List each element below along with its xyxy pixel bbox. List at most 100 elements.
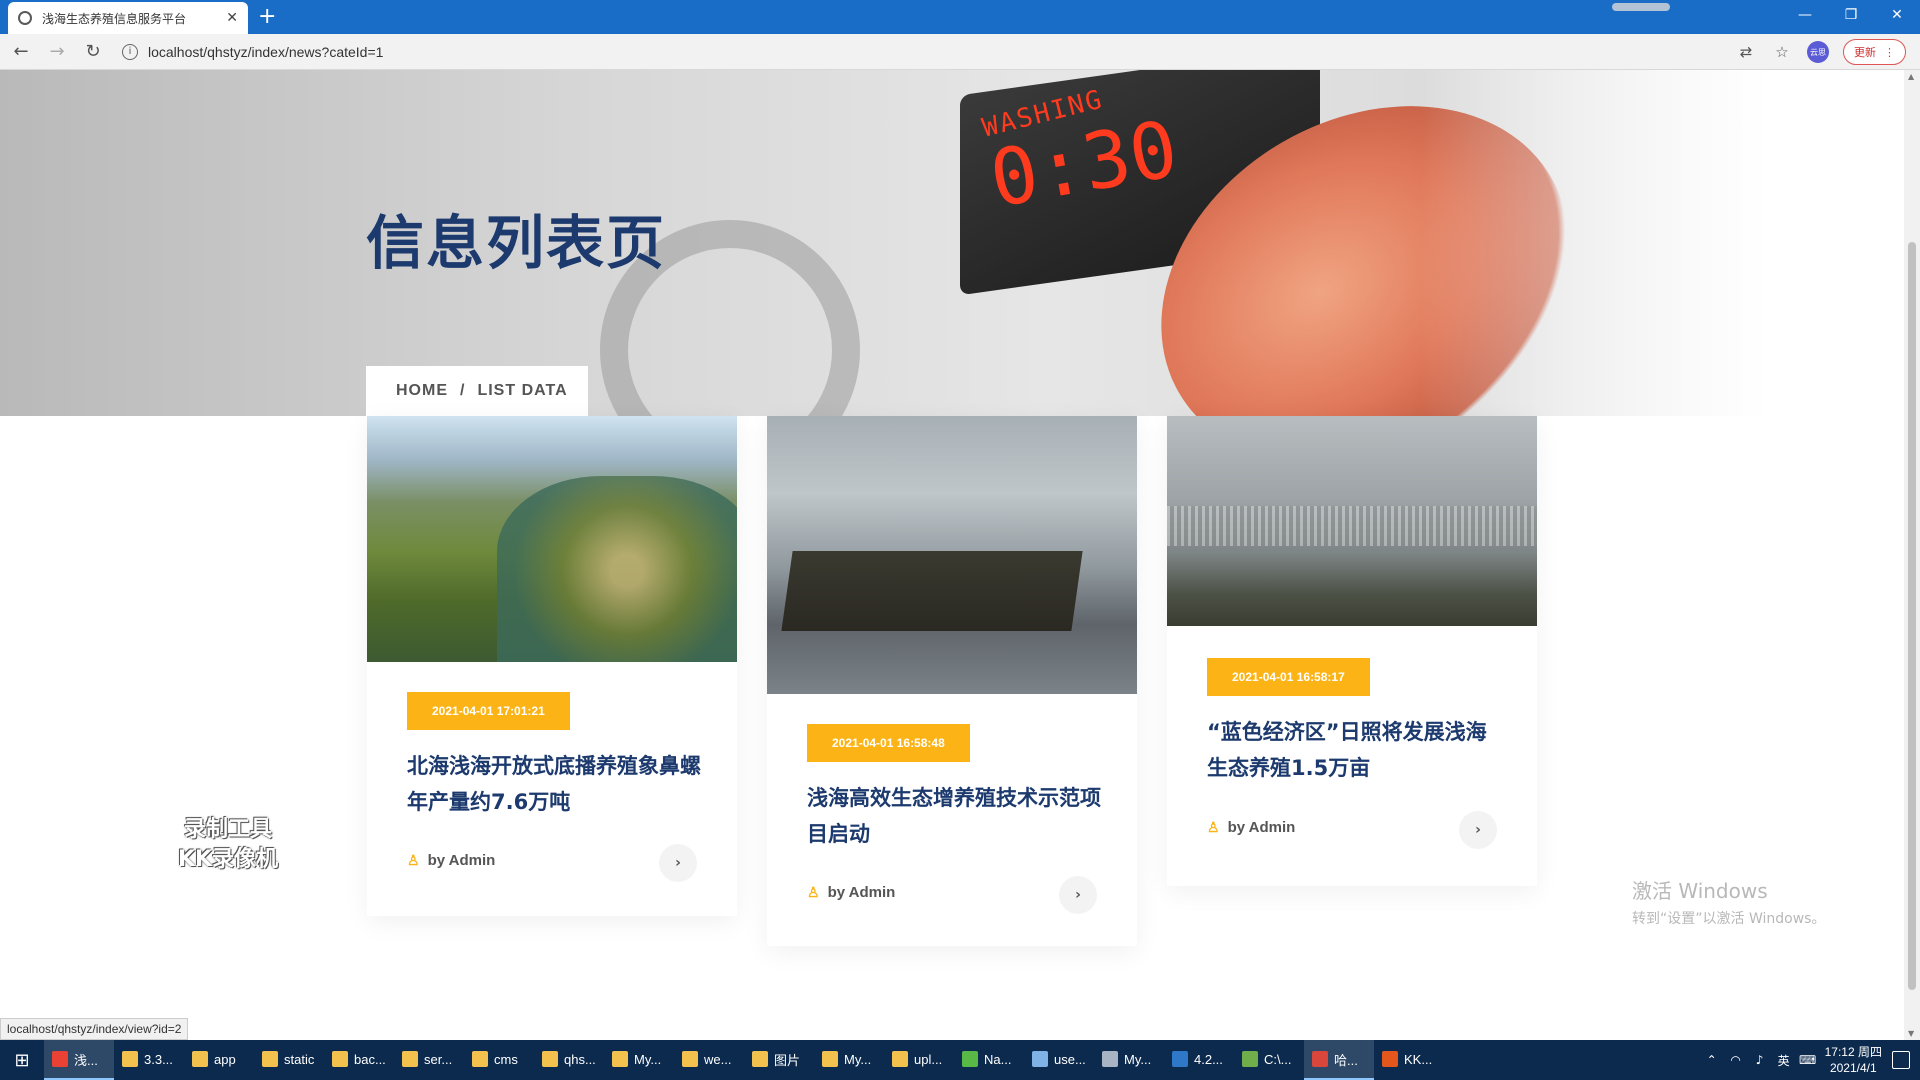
browser-tab[interactable]: 浅海生态养殖信息服务平台 ✕ (8, 2, 248, 34)
hero-glare (1420, 70, 1904, 416)
tray-expand-icon[interactable]: ⌃ (1705, 1053, 1719, 1067)
news-card-image[interactable] (367, 416, 737, 662)
browser-toolbar: ← → ↻ i localhost/qhstyz/index/news?cate… (0, 34, 1920, 70)
new-tab-button[interactable]: + (258, 4, 276, 30)
windows-start-icon[interactable]: ⊞ (0, 1040, 44, 1080)
user-icon: ♙ (407, 852, 420, 868)
windows-taskbar: ⊞ 浅... 3.3... app static bac... ser... cms qhs.… (0, 1040, 1920, 1080)
clock-time: 17:12 周四 (1824, 1045, 1882, 1059)
update-button[interactable]: 更新 ⋮ (1843, 39, 1906, 65)
forward-button[interactable]: → (42, 37, 72, 67)
user-icon: ♙ (1207, 819, 1220, 835)
news-card-title[interactable]: 北海浅海开放式底播养殖象鼻螺 年产量约7.6万吨 (407, 748, 707, 820)
author-label: by Admin (1227, 819, 1296, 836)
read-more-arrow-icon[interactable]: › (1459, 811, 1497, 849)
breadcrumb-home-link[interactable]: HOME (396, 382, 448, 400)
taskbar-item[interactable]: use... (1024, 1040, 1094, 1080)
hero-banner: WASHING 0:30 (0, 70, 1904, 416)
clock-date: 2021/4/1 (1829, 1061, 1877, 1075)
scroll-down-icon[interactable]: ▼ (1908, 1029, 1914, 1038)
news-card-title[interactable]: “蓝色经济区”日照将发展浅海生态养殖1.5万亩 (1207, 714, 1507, 786)
page-scrollbar[interactable]: ▲ ▼ (1904, 70, 1920, 1040)
translate-icon[interactable]: ⇄ (1735, 41, 1757, 63)
taskbar-item[interactable]: KK... (1374, 1040, 1444, 1080)
taskbar-item[interactable]: app (184, 1040, 254, 1080)
taskbar-item[interactable]: My... (1094, 1040, 1164, 1080)
scroll-up-icon[interactable]: ▲ (1908, 72, 1914, 81)
folder-icon (472, 1051, 488, 1067)
close-tab-icon[interactable]: ✕ (226, 10, 238, 26)
news-card[interactable]: 2021-04-01 17:01:21 北海浅海开放式底播养殖象鼻螺 年产量约7… (367, 416, 737, 916)
taskbar-item-label: qhs... (564, 1051, 596, 1067)
news-card-title[interactable]: 浅海高效生态增养殖技术示范项目启动 (807, 780, 1107, 852)
restore-button[interactable]: ❐ (1828, 0, 1874, 30)
volume-icon[interactable]: ♪ (1753, 1053, 1767, 1067)
info-icon[interactable]: i (122, 43, 138, 60)
news-card[interactable]: 2021-04-01 16:58:17 “蓝色经济区”日照将发展浅海生态养殖1.… (1167, 416, 1537, 886)
taskbar-item[interactable]: 4.2... (1164, 1040, 1234, 1080)
taskbar-item-label: ser... (424, 1051, 453, 1067)
news-card-image[interactable] (1167, 416, 1537, 626)
washer-display: WASHING 0:30 (979, 84, 1184, 225)
more-menu-icon: ⋮ (1884, 45, 1895, 59)
pen-icon (1102, 1051, 1118, 1067)
folder-icon (822, 1051, 838, 1067)
profile-avatar[interactable]: 云思 (1807, 41, 1829, 63)
network-icon[interactable]: ◠ (1729, 1053, 1743, 1067)
ime-indicator[interactable]: 英 (1777, 1053, 1791, 1068)
taskbar-clock[interactable]: 17:12 周四 2021/4/1 (1825, 1044, 1882, 1076)
taskbar-item-label: 3.3... (144, 1051, 173, 1067)
taskbar-item-label: static (284, 1051, 315, 1067)
keyboard-icon[interactable]: ⌨ (1799, 1053, 1816, 1067)
taskbar-item-label: we... (704, 1051, 732, 1067)
back-button[interactable]: ← (6, 37, 36, 67)
news-card-author: ♙ by Admin (1207, 819, 1295, 836)
breadcrumb-separator: / (460, 382, 466, 399)
notification-icon[interactable] (1892, 1051, 1910, 1069)
activate-title: 激活 Windows (1632, 879, 1768, 903)
reload-button[interactable]: ↻ (78, 37, 108, 67)
taskbar-item[interactable]: 哈... (1304, 1040, 1374, 1080)
page-title: 信息列表页 (366, 209, 667, 277)
taskbar-item-label: My... (844, 1051, 872, 1067)
taskbar-item[interactable]: 3.3... (114, 1040, 184, 1080)
taskbar-item[interactable]: qhs... (534, 1040, 604, 1080)
recorder-icon (1382, 1051, 1398, 1067)
taskbar-item[interactable]: ser... (394, 1040, 464, 1080)
read-more-arrow-icon[interactable]: › (1059, 876, 1097, 914)
taskbar-item[interactable]: C:\... (1234, 1040, 1304, 1080)
folder-icon (402, 1051, 418, 1067)
address-bar[interactable]: localhost/qhstyz/index/news?cateId=1 (148, 44, 383, 60)
taskbar-item[interactable]: My... (814, 1040, 884, 1080)
app-icon (1312, 1051, 1328, 1067)
minimize-button[interactable]: — (1782, 0, 1828, 30)
window-icon (1032, 1051, 1048, 1067)
taskbar-item[interactable]: My... (604, 1040, 674, 1080)
taskbar-item[interactable]: bac... (324, 1040, 394, 1080)
taskbar-item-label: C:\... (1264, 1051, 1292, 1067)
news-card[interactable]: 2021-04-01 16:58:48 浅海高效生态增养殖技术示范项目启动 ♙ … (767, 416, 1137, 946)
folder-icon (332, 1051, 348, 1067)
news-card-image[interactable] (767, 416, 1137, 694)
close-window-button[interactable]: ✕ (1874, 0, 1920, 30)
breadcrumb: HOME / LIST DATA (366, 366, 588, 416)
taskbar-item[interactable]: 图片 (744, 1040, 814, 1080)
taskbar-item-label: use... (1054, 1051, 1086, 1067)
taskbar-item[interactable]: we... (674, 1040, 744, 1080)
system-tray: ⌃ ◠ ♪ 英 ⌨ 17:12 周四 2021/4/1 (1705, 1040, 1920, 1080)
news-card-date: 2021-04-01 16:58:48 (807, 724, 970, 762)
taskbar-item[interactable]: cms (464, 1040, 534, 1080)
taskbar-item[interactable]: Na... (954, 1040, 1024, 1080)
news-card-author: ♙ by Admin (407, 852, 495, 869)
scrollbar-thumb[interactable] (1908, 242, 1916, 990)
taskbar-item-label: app (214, 1051, 236, 1067)
read-more-arrow-icon[interactable]: › (659, 844, 697, 882)
taskbar-item[interactable]: static (254, 1040, 324, 1080)
bookmark-star-icon[interactable]: ☆ (1771, 41, 1793, 63)
recorder-line-1: 录制工具 (183, 817, 272, 842)
taskbar-item[interactable]: upl... (884, 1040, 954, 1080)
taskbar-item[interactable]: 浅... (44, 1040, 114, 1080)
status-url: localhost/qhstyz/index/view?id=2 (0, 1018, 189, 1040)
news-card-date: 2021-04-01 17:01:21 (407, 692, 570, 730)
page-viewport: WASHING 0:30 信息列表页 HOME / LIST DATA 2021… (0, 70, 1904, 1040)
